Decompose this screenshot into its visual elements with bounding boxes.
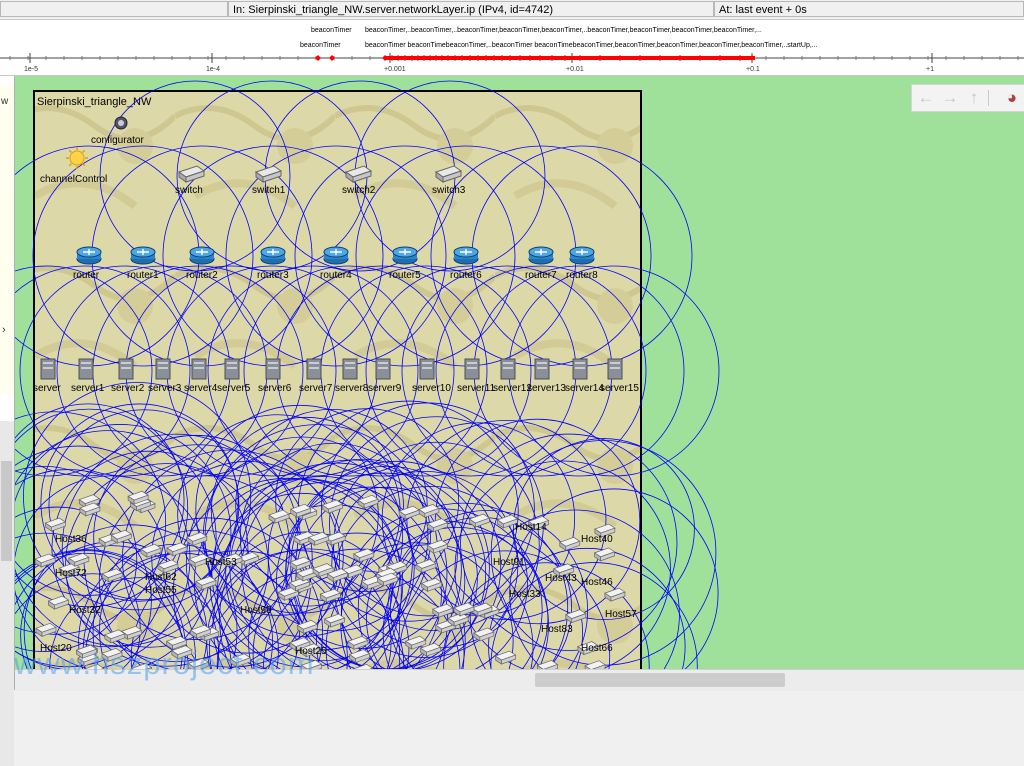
simulation-time-status: At: last event + 0s (714, 1, 1024, 17)
timeline-tick-label: 1e-4 (206, 66, 220, 73)
host-label: Host46 (581, 577, 613, 588)
more-icon[interactable]: ◕ (1002, 88, 1022, 108)
server-label: server3 (148, 383, 182, 394)
timeline-label-row1-a: beaconTimer (311, 27, 352, 34)
host-label: Host14 (515, 522, 547, 533)
server-label: server (33, 383, 61, 394)
switch-label: switch1 (252, 185, 286, 196)
horizontal-scrollbar[interactable] (15, 669, 1024, 691)
configurator-label: configurator (91, 135, 144, 146)
horizontal-scrollbar-thumb[interactable] (535, 673, 785, 687)
server-label: server5 (217, 383, 251, 394)
router-label: router (73, 270, 100, 281)
host-label: Host55 (145, 585, 177, 596)
timeline-tick-label: +1 (926, 66, 934, 73)
router-label: router6 (450, 270, 482, 281)
status-left-cell (0, 1, 228, 17)
back-arrow-icon[interactable]: ← (916, 88, 936, 108)
host-label: Host33 (509, 589, 541, 600)
host-label: Host66 (581, 643, 613, 654)
host-label: Host43 (545, 573, 577, 584)
up-arrow-icon[interactable]: ↑ (964, 88, 984, 108)
channel-control-label: channelControl (40, 174, 107, 185)
server-label: server9 (368, 383, 402, 394)
router-label: router5 (389, 270, 421, 281)
event-timeline[interactable]: beaconTimer beaconTimer,..beaconTimer,..… (0, 20, 1024, 76)
navigation-toolbar: ← → ↑ ◕ (911, 84, 1024, 112)
host-label: Host32 (69, 605, 101, 616)
server-label: server15 (600, 383, 639, 394)
host-label: Host40 (581, 534, 613, 545)
inspector-panel-strip: w (0, 84, 13, 394)
timeline-label-row2-a: beaconTimer (300, 42, 341, 49)
timeline-event-marker (315, 55, 321, 61)
host-label: Host99 (240, 605, 272, 616)
host-label: Host36 (55, 534, 87, 545)
router-label: router3 (257, 270, 289, 281)
network-name: Sierpinski_triangle_NW (37, 96, 152, 108)
timeline-graphic: beaconTimer beaconTimer,..beaconTimer,..… (0, 27, 1024, 73)
host-label: Host25 (295, 646, 327, 657)
timeline-tick-label: 1e-5 (24, 66, 38, 73)
server-label: server11 (457, 383, 496, 394)
timeline-tick-label: +0.001 (384, 66, 406, 73)
left-scrollbar-thumb[interactable] (1, 461, 12, 561)
server-label: server8 (335, 383, 369, 394)
router-label: router7 (525, 270, 557, 281)
forward-arrow-icon[interactable]: → (940, 88, 960, 108)
status-bar: In: Sierpinski_triangle_NW.server.networ… (0, 0, 1024, 20)
network-canvas[interactable]: Sierpinski_triangle_NW configurator chann… (15, 76, 1024, 669)
router-label: router4 (320, 270, 352, 281)
host-label: Host83 (541, 624, 573, 635)
host-label: Host57 (605, 609, 637, 620)
current-module-status: In: Sierpinski_triangle_NW.server.networ… (228, 1, 714, 17)
switch-label: switch3 (432, 185, 466, 196)
host-label: Host20 (40, 643, 72, 654)
left-scrollbar[interactable] (0, 421, 14, 766)
host-label: Host72 (55, 568, 87, 579)
timeline-label-row1-b: beaconTimer,..beaconTimer,..beaconTimer,… (365, 27, 762, 34)
server-label: server7 (299, 383, 333, 394)
host-label: Host53 (205, 557, 237, 568)
timeline-tick-label: +0.01 (566, 66, 584, 73)
server-label: server1 (71, 383, 105, 394)
switch-label: switch2 (342, 185, 376, 196)
server-label: server6 (258, 383, 292, 394)
server-label: server2 (111, 383, 145, 394)
server-label: server10 (412, 383, 451, 394)
timeline-event-marker (329, 55, 335, 61)
host-label: Host91 (493, 557, 525, 568)
network-graphic: Sierpinski_triangle_NW configurator chann… (15, 80, 720, 669)
server-label: server13 (527, 383, 566, 394)
server-label: server4 (184, 383, 218, 394)
server-label: server14 (565, 383, 604, 394)
router-label: router2 (186, 270, 218, 281)
left-side-panel: w › (0, 76, 15, 766)
host-label: Host62 (145, 572, 177, 583)
toolbar-separator (988, 90, 989, 106)
timeline-tick-label: +0.1 (746, 66, 760, 73)
switch-label: switch (175, 185, 203, 196)
panel-collapse-arrow[interactable]: › (2, 324, 6, 336)
timeline-event-band (385, 56, 755, 60)
router-label: router8 (566, 270, 598, 281)
timeline-label-row2-b: beaconTimer beaconTimebeaconTimer,..beac… (365, 42, 818, 49)
router-label: router1 (127, 270, 159, 281)
left-panel-label: w (1, 96, 9, 107)
